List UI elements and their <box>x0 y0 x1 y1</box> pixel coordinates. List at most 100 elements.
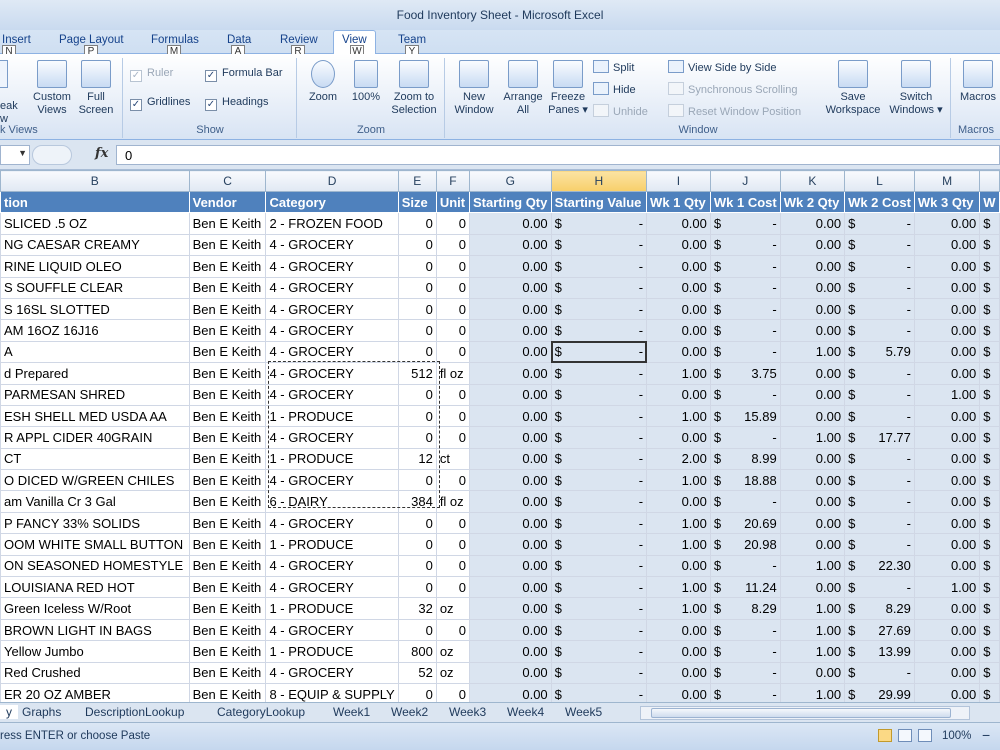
cell-starting-qty[interactable]: 0.00 <box>468 362 552 385</box>
cell-wk1-qty[interactable]: 0.00 <box>646 233 711 257</box>
cell-size[interactable]: 0 <box>397 212 437 235</box>
header-wk1-cost[interactable]: Wk 1 Cost <box>709 190 781 214</box>
cell-size[interactable]: 52 <box>397 661 437 684</box>
cell-category[interactable]: 4 - GROCERY <box>265 297 399 321</box>
cell-unit[interactable]: 0 <box>435 682 470 702</box>
cell-vendor[interactable]: Ben E Keith <box>188 404 267 428</box>
cell-starting-value[interactable]: $ - <box>550 362 648 385</box>
cell-wk2-cost[interactable]: $ - <box>844 469 915 492</box>
cell-description[interactable]: NG CAESAR CREAMY <box>0 233 190 257</box>
macros-button[interactable]: Macros <box>956 60 1000 104</box>
cell-starting-value[interactable]: $ - <box>550 490 648 513</box>
cell-unit[interactable]: 0 <box>435 469 470 492</box>
cell-wk3-qty[interactable]: 0.00 <box>913 597 981 620</box>
column-header-d[interactable]: D <box>265 170 399 192</box>
cell-wk3-qty[interactable]: 0.00 <box>913 404 981 428</box>
header-wk2-cost[interactable]: Wk 2 Cost <box>844 190 915 214</box>
view-side-by-side-button[interactable]: View Side by Side <box>668 60 776 74</box>
split-button[interactable]: Split <box>593 60 634 74</box>
cell-starting-value[interactable]: $ - <box>550 554 648 578</box>
cell-wk2-qty[interactable]: 0.00 <box>779 319 846 342</box>
cell-wk1-cost[interactable]: $3.75 <box>709 362 781 385</box>
cell-wk1-qty[interactable]: 0.00 <box>646 212 711 235</box>
cell-wk2-cost[interactable]: $ - <box>844 255 915 278</box>
header-wk2-qty[interactable]: Wk 2 Qty <box>779 190 846 214</box>
cell-wk1-qty[interactable]: 1.00 <box>646 597 711 620</box>
formula-input[interactable]: 0 <box>116 145 1000 165</box>
cell-description[interactable]: PARMESAN SHRED <box>0 383 190 406</box>
cell-wk1-cost[interactable]: $8.29 <box>709 597 781 620</box>
cell-size[interactable]: 0 <box>397 511 437 535</box>
cell-vendor[interactable]: Ben E Keith <box>188 640 267 663</box>
cell-size[interactable]: 32 <box>397 597 437 620</box>
cell-extra[interactable]: $ <box>979 554 1000 578</box>
cell-starting-value[interactable]: $ - <box>550 618 648 642</box>
cell-wk2-cost[interactable]: $ - <box>844 297 915 321</box>
cell-wk1-qty[interactable]: 0.00 <box>646 426 711 449</box>
cell-wk2-qty[interactable]: 0.00 <box>779 233 846 257</box>
cell-vendor[interactable]: Ben E Keith <box>188 362 267 385</box>
cell-wk1-cost[interactable]: $ - <box>709 682 781 702</box>
cell-vendor[interactable]: Ben E Keith <box>188 212 267 235</box>
cell-unit[interactable]: 0 <box>435 276 470 299</box>
cell-wk1-cost[interactable]: $ - <box>709 276 781 299</box>
cell-wk2-qty[interactable]: 1.00 <box>779 682 846 702</box>
sheet-tab-week3[interactable]: Week3 <box>449 705 486 719</box>
cell-description[interactable]: RINE LIQUID OLEO <box>0 255 190 278</box>
cell-extra[interactable]: $ <box>979 511 1000 535</box>
cell-unit[interactable]: fl oz <box>435 490 470 513</box>
cell-category[interactable]: 4 - GROCERY <box>265 340 399 364</box>
cell-starting-qty[interactable]: 0.00 <box>468 640 552 663</box>
column-header-k[interactable]: K <box>779 170 846 192</box>
cell-description[interactable]: BROWN LIGHT IN BAGS <box>0 618 190 642</box>
cell-starting-qty[interactable]: 0.00 <box>468 490 552 513</box>
cell-starting-qty[interactable]: 0.00 <box>468 682 552 702</box>
cell-unit[interactable]: 0 <box>435 340 470 364</box>
cell-unit[interactable]: 0 <box>435 404 470 428</box>
cell-unit[interactable]: ct <box>435 447 470 471</box>
sheet-tab-graphs[interactable]: Graphs <box>22 705 61 719</box>
scroll-thumb[interactable] <box>651 708 951 718</box>
cell-extra[interactable]: $ <box>979 490 1000 513</box>
cell-extra[interactable]: $ <box>979 383 1000 406</box>
cell-wk1-qty[interactable]: 1.00 <box>646 469 711 492</box>
cell-wk2-cost[interactable]: $17.77 <box>844 426 915 449</box>
cell-size[interactable]: 0 <box>397 404 437 428</box>
cell-unit[interactable]: 0 <box>435 255 470 278</box>
column-header-e[interactable]: E <box>397 170 437 192</box>
cell-extra[interactable]: $ <box>979 597 1000 620</box>
cell-category[interactable]: 4 - GROCERY <box>265 276 399 299</box>
cell-starting-qty[interactable]: 0.00 <box>468 233 552 257</box>
cell-vendor[interactable]: Ben E Keith <box>188 426 267 449</box>
cell-wk2-qty[interactable]: 0.00 <box>779 490 846 513</box>
cell-extra[interactable]: $ <box>979 362 1000 385</box>
cell-starting-qty[interactable]: 0.00 <box>468 618 552 642</box>
sheet-tab-week2[interactable]: Week2 <box>391 705 428 719</box>
cell-category[interactable]: 1 - PRODUCE <box>265 404 399 428</box>
cell-starting-qty[interactable]: 0.00 <box>468 255 552 278</box>
cell-category[interactable]: 4 - GROCERY <box>265 319 399 342</box>
cell-wk1-qty[interactable]: 1.00 <box>646 511 711 535</box>
cell-unit[interactable]: 0 <box>435 533 470 556</box>
cell-size[interactable]: 0 <box>397 340 437 364</box>
cell-wk3-qty[interactable]: 0.00 <box>913 661 981 684</box>
cell-wk2-qty[interactable]: 0.00 <box>779 404 846 428</box>
zoom-button[interactable]: Zoom <box>303 60 343 104</box>
cell-wk2-qty[interactable]: 0.00 <box>779 511 846 535</box>
cell-wk2-qty[interactable]: 1.00 <box>779 618 846 642</box>
cell-wk2-cost[interactable]: $5.79 <box>844 340 915 364</box>
cell-description[interactable]: d Prepared <box>0 362 190 385</box>
cell-description[interactable]: Green Iceless W/Root <box>0 597 190 620</box>
cell-wk2-qty[interactable]: 0.00 <box>779 469 846 492</box>
cell-starting-value[interactable]: $ - <box>550 255 648 278</box>
cell-wk1-cost[interactable]: $ - <box>709 212 781 235</box>
cell-wk3-qty[interactable]: 0.00 <box>913 362 981 385</box>
cell-wk3-qty[interactable]: 0.00 <box>913 490 981 513</box>
cell-wk1-cost[interactable]: $ - <box>709 618 781 642</box>
custom-views-button[interactable]: Custom Views <box>28 60 76 117</box>
column-header-h[interactable]: H <box>550 170 648 192</box>
cell-starting-value[interactable]: $ - <box>550 511 648 535</box>
cell-vendor[interactable]: Ben E Keith <box>188 340 267 364</box>
cell-description[interactable]: Yellow Jumbo <box>0 640 190 663</box>
cell-starting-qty[interactable]: 0.00 <box>468 533 552 556</box>
